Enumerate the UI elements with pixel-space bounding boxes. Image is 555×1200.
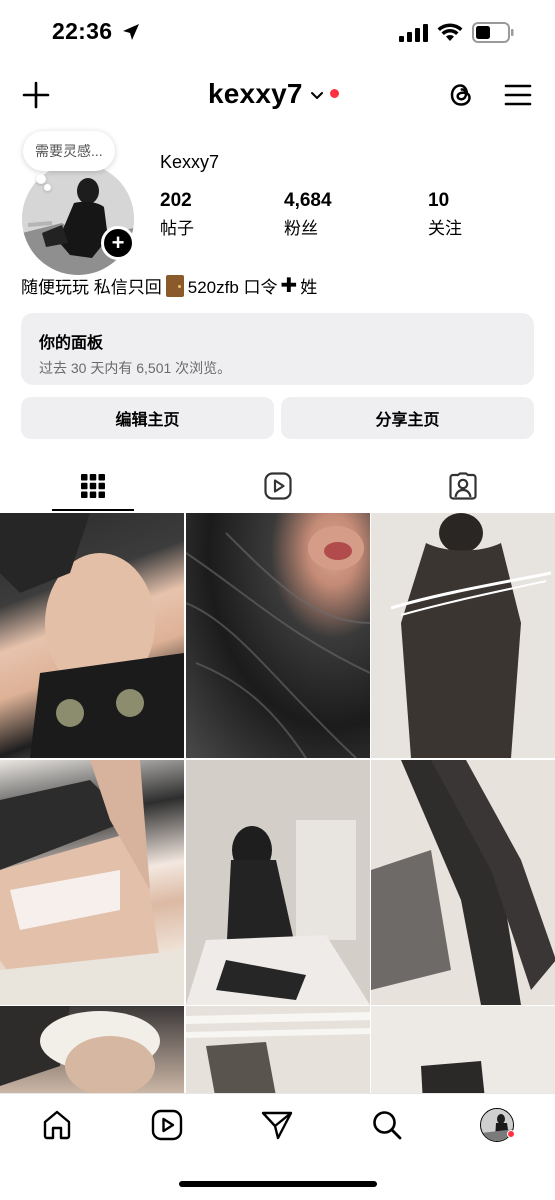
grid-post-thumbnail[interactable] <box>185 1006 370 1093</box>
post-image <box>185 759 370 1005</box>
tagged-person-icon <box>448 472 477 500</box>
stat-posts[interactable]: 202 帖子 <box>160 190 194 239</box>
edit-profile-button[interactable]: 编辑主页 <box>21 397 274 439</box>
battery-icon <box>472 22 514 43</box>
stat-posts-label: 帖子 <box>160 219 194 238</box>
note-bubble-tail-small <box>44 184 51 191</box>
post-image <box>0 513 184 758</box>
grid-post-thumbnail[interactable] <box>0 513 184 758</box>
post-image <box>185 526 370 758</box>
direct-send-icon[interactable] <box>260 1108 294 1142</box>
stat-followers-count: 4,684 <box>284 190 332 211</box>
grid-icon <box>80 474 105 498</box>
post-image <box>0 759 184 1005</box>
post-image <box>185 1006 370 1093</box>
add-story-button[interactable]: + <box>101 226 135 260</box>
note-bubble[interactable]: 需要灵感... <box>23 131 115 171</box>
reels-icon[interactable] <box>150 1108 184 1142</box>
post-image <box>371 759 555 1005</box>
username: kexxy7 <box>208 78 303 109</box>
bio-text-2: 520zfb 口令 <box>187 278 278 297</box>
location-arrow-icon <box>123 24 139 40</box>
status-bar: 22:36 <box>0 0 555 62</box>
reels-icon <box>263 472 292 500</box>
grid-post-thumbnail[interactable] <box>371 759 555 1005</box>
bio-text-1: 随便玩玩 私信只回 <box>21 278 162 297</box>
grid-post-thumbnail[interactable] <box>371 513 555 758</box>
bio-text-3: 姓 <box>300 278 318 297</box>
stat-following[interactable]: 10 关注 <box>428 190 462 239</box>
grid-post-thumbnail[interactable] <box>185 759 370 1005</box>
wifi-icon <box>437 23 463 41</box>
stat-posts-count: 202 <box>160 190 192 211</box>
professional-dashboard[interactable]: 你的面板 过去 30 天内有 6,501 次浏览。 <box>21 313 534 385</box>
stat-following-count: 10 <box>428 190 450 211</box>
search-icon[interactable] <box>370 1108 404 1142</box>
display-name: Kexxy7 <box>160 152 220 172</box>
account-switcher[interactable]: kexxy7 <box>208 76 339 112</box>
grid-post-thumbnail[interactable] <box>185 513 370 758</box>
post-image <box>0 1006 160 1093</box>
chevron-down-icon <box>310 92 323 99</box>
plus-icon[interactable] <box>20 79 52 111</box>
dashboard-title: 你的面板 <box>39 335 104 352</box>
stat-following-label: 关注 <box>428 219 462 238</box>
tab-posts-grid[interactable] <box>0 460 185 512</box>
profile-bio: 随便玩玩 私信只回 520zfb 口令 ✚ 姓 <box>21 273 317 298</box>
heavy-plus-emoji-icon: ✚ <box>280 275 298 297</box>
active-tab-indicator <box>52 509 134 511</box>
post-image <box>371 513 555 758</box>
threads-icon[interactable] <box>445 79 477 111</box>
note-bubble-tail <box>36 174 46 184</box>
grid-post-thumbnail[interactable] <box>0 759 184 1005</box>
posts-grid <box>0 513 555 1093</box>
profile-top-nav: kexxy7 <box>0 62 555 128</box>
share-profile-button[interactable]: 分享主页 <box>281 397 534 439</box>
profile-notification-dot <box>507 1130 515 1138</box>
cellular-signal-icon <box>399 24 428 42</box>
home-indicator[interactable] <box>179 1181 377 1187</box>
hamburger-menu-icon[interactable] <box>503 80 533 110</box>
plus-icon: + <box>111 230 125 255</box>
post-image <box>371 1006 555 1093</box>
grid-post-thumbnail[interactable] <box>371 1006 555 1093</box>
stat-followers-label: 粉丝 <box>284 219 318 238</box>
stat-followers[interactable]: 4,684 粉丝 <box>284 190 332 239</box>
notification-dot <box>329 88 339 98</box>
home-icon[interactable] <box>40 1108 74 1142</box>
door-emoji-icon <box>165 274 184 297</box>
tab-tagged[interactable] <box>370 460 555 512</box>
dashboard-subtitle: 过去 30 天内有 6,501 次浏览。 <box>39 360 232 376</box>
note-text: 需要灵感... <box>35 143 103 159</box>
tab-reels[interactable] <box>185 460 370 512</box>
grid-post-thumbnail[interactable] <box>0 1006 184 1093</box>
status-time: 22:36 <box>52 18 113 44</box>
